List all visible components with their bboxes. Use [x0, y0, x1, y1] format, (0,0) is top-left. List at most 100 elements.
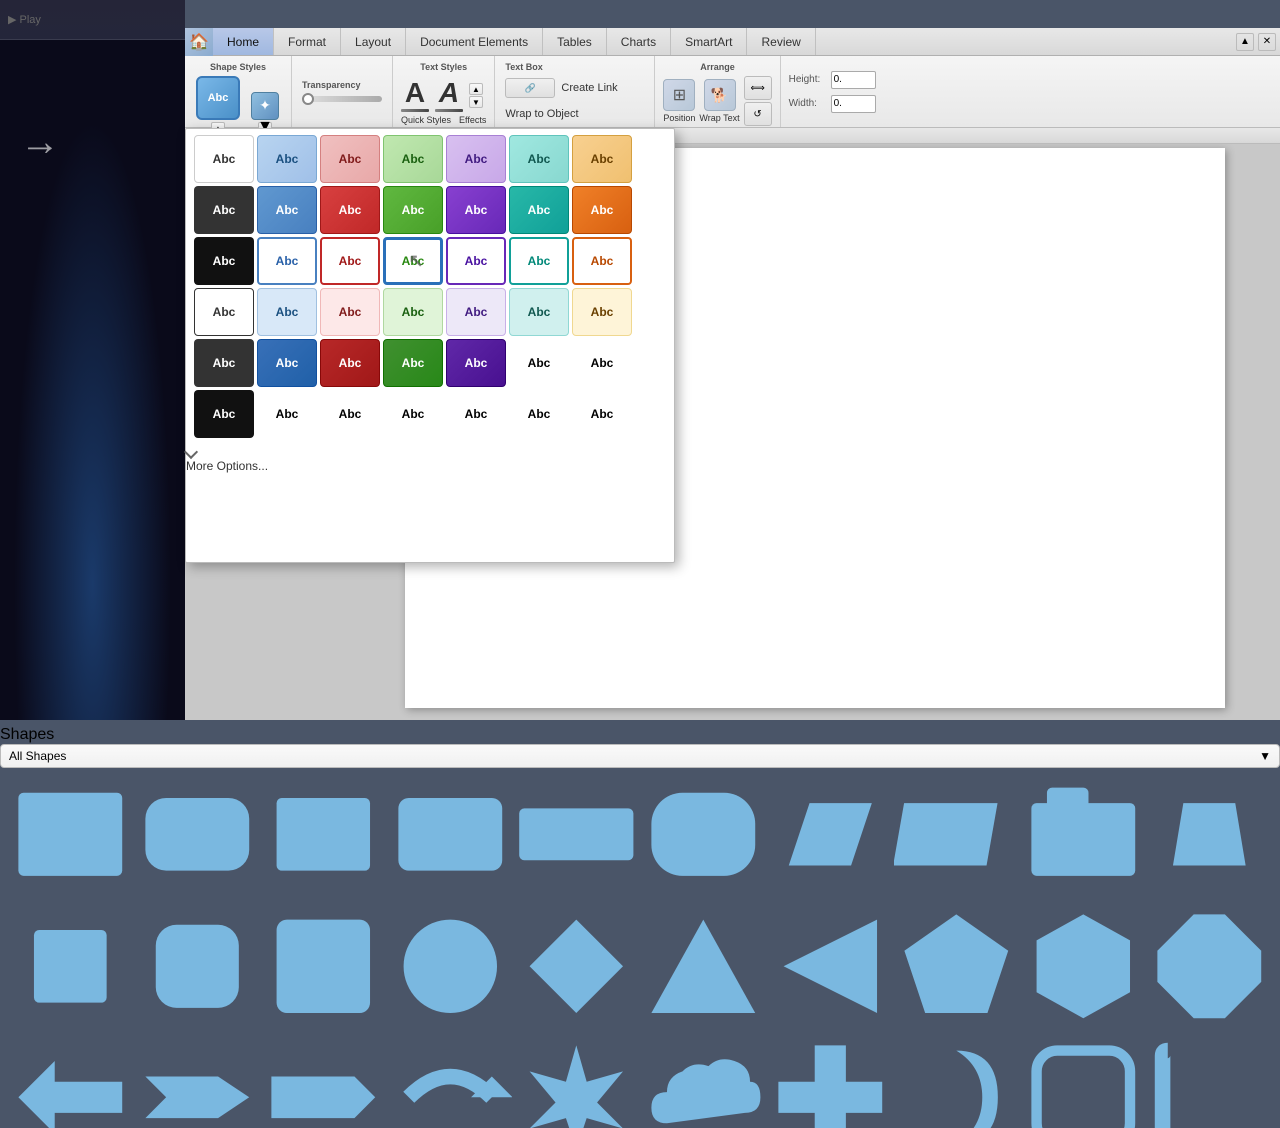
style-cell-2-6[interactable]: Abc	[572, 186, 632, 234]
style-cell-4-4[interactable]: Abc	[446, 288, 506, 336]
shape-hexagon[interactable]	[1021, 904, 1146, 1034]
style-cell-5-2[interactable]: Abc	[320, 339, 380, 387]
tab-layout[interactable]: Layout	[341, 28, 406, 55]
style-cell-1-3[interactable]: Abc	[383, 135, 443, 183]
tab-home[interactable]: Home	[213, 28, 274, 55]
style-cell-4-5[interactable]: Abc	[509, 288, 569, 336]
quick-styles-preview[interactable]: Abc	[196, 76, 240, 120]
shape-rounded-lg[interactable]	[641, 772, 766, 902]
style-cell-1-2[interactable]: Abc	[320, 135, 380, 183]
wrap-text-btn[interactable]: 🐕 Wrap Text	[699, 79, 739, 123]
wrap-to-object-btn[interactable]: Wrap to Object	[505, 106, 644, 122]
shape-diamond[interactable]	[514, 904, 639, 1034]
home-icon-tab[interactable]: 🏠	[185, 28, 213, 56]
shapes-dropdown-btn[interactable]: All Shapes ▼	[0, 744, 1280, 768]
style-cell-6-6[interactable]: Abc	[572, 390, 632, 438]
tab-tables[interactable]: Tables	[543, 28, 607, 55]
align-btn[interactable]: ⟺	[744, 76, 772, 100]
style-cell-5-1[interactable]: Abc	[257, 339, 317, 387]
style-cell-1-0[interactable]: Abc	[194, 135, 254, 183]
tab-smartart[interactable]: SmartArt	[671, 28, 747, 55]
style-cell-6-5[interactable]: Abc	[509, 390, 569, 438]
shape-pentagon[interactable]	[894, 904, 1019, 1034]
tab-doc-elements[interactable]: Document Elements	[406, 28, 543, 55]
shape-parallelogram[interactable]	[768, 772, 893, 902]
style-cell-3-2[interactable]: Abc	[320, 237, 380, 285]
style-cell-4-6[interactable]: Abc	[572, 288, 632, 336]
shape-rect-tab[interactable]	[1021, 772, 1146, 902]
shape-sq-flat[interactable]	[261, 904, 386, 1034]
style-cell-6-1[interactable]: Abc	[257, 390, 317, 438]
style-cell-6-3[interactable]: Abc	[383, 390, 443, 438]
style-cell-4-1[interactable]: Abc	[257, 288, 317, 336]
style-cell-3-0[interactable]: Abc	[194, 237, 254, 285]
close-ribbon-btn[interactable]: ✕	[1258, 33, 1276, 51]
create-link-btn[interactable]: 🔗 Create Link	[505, 76, 644, 100]
shape-rounded-sq2[interactable]	[1021, 1035, 1146, 1128]
back-btn[interactable]: ◀	[0, 0, 1280, 20]
shape-curved-arrow[interactable]	[388, 1035, 513, 1128]
text-quick-styles-label[interactable]: Quick Styles	[401, 115, 451, 125]
transparency-thumb[interactable]	[302, 93, 314, 105]
shape-arrow-right-notch[interactable]	[135, 1035, 260, 1128]
style-cell-2-4[interactable]: Abc	[446, 186, 506, 234]
rotate-btn[interactable]: ↺	[744, 102, 772, 126]
style-cell-2-2[interactable]: Abc	[320, 186, 380, 234]
shape-rect-2[interactable]	[261, 772, 386, 902]
shape-small-sq[interactable]	[8, 904, 133, 1034]
style-cell-5-4[interactable]: Abc	[446, 339, 506, 387]
text-qs-down[interactable]: ▼	[469, 96, 483, 108]
style-cell-6-0[interactable]: Abc	[194, 390, 254, 438]
text-effects-label[interactable]: Effects	[459, 115, 486, 125]
tab-review[interactable]: Review	[747, 28, 815, 55]
style-cell-3-6[interactable]: Abc	[572, 237, 632, 285]
shape-cloud[interactable]	[641, 1035, 766, 1128]
style-cell-1-1[interactable]: Abc	[257, 135, 317, 183]
shape-tri-left[interactable]	[768, 904, 893, 1034]
height-input[interactable]	[831, 71, 876, 89]
tab-charts[interactable]: Charts	[607, 28, 671, 55]
style-cell-4-3[interactable]: Abc	[383, 288, 443, 336]
style-cell-4-2[interactable]: Abc	[320, 288, 380, 336]
style-cell-3-3[interactable]: Abc ↖	[383, 237, 443, 285]
style-cell-6-4[interactable]: Abc	[446, 390, 506, 438]
shape-starburst[interactable]	[514, 1035, 639, 1128]
style-cell-5-0[interactable]: Abc	[194, 339, 254, 387]
shape-rect-3[interactable]	[388, 772, 513, 902]
style-cell-2-3[interactable]: Abc	[383, 186, 443, 234]
shape-crescent[interactable]	[894, 1035, 1019, 1128]
shape-square-filled[interactable]	[8, 772, 133, 902]
style-cell-1-5[interactable]: Abc	[509, 135, 569, 183]
style-cell-4-0[interactable]: Abc	[194, 288, 254, 336]
collapse-ribbon-btn[interactable]: ▲	[1236, 33, 1254, 51]
style-cell-1-4[interactable]: Abc	[446, 135, 506, 183]
style-cell-3-1[interactable]: Abc	[257, 237, 317, 285]
shape-arrow-left[interactable]	[8, 1035, 133, 1128]
width-input[interactable]	[831, 95, 876, 113]
style-cell-3-5[interactable]: Abc	[509, 237, 569, 285]
style-cell-5-3[interactable]: Abc	[383, 339, 443, 387]
shape-diamond-rect[interactable]	[894, 772, 1019, 902]
transparency-slider[interactable]	[302, 96, 382, 102]
style-cell-6-2[interactable]: Abc	[320, 390, 380, 438]
shape-trapezoid[interactable]	[1147, 772, 1272, 902]
shape-rect-round[interactable]	[135, 772, 260, 902]
position-btn[interactable]: ⊞ Position	[663, 79, 695, 123]
shape-triangle[interactable]	[641, 904, 766, 1034]
shape-octagon[interactable]	[1147, 904, 1272, 1034]
style-cell-2-1[interactable]: Abc	[257, 186, 317, 234]
style-cell-2-0[interactable]: Abc	[194, 186, 254, 234]
shape-angle[interactable]	[1147, 1035, 1272, 1128]
shape-rounded-sq[interactable]	[135, 904, 260, 1034]
style-cell-2-5[interactable]: Abc	[509, 186, 569, 234]
shape-cross[interactable]	[768, 1035, 893, 1128]
style-cell-3-4[interactable]: Abc	[446, 237, 506, 285]
text-qs-up[interactable]: ▲	[469, 83, 483, 95]
style-cell-5-5[interactable]: Abc	[509, 339, 569, 387]
shape-rect-wide[interactable]	[514, 772, 639, 902]
more-options-btn[interactable]: More Options...	[186, 447, 674, 475]
style-cell-5-6[interactable]: Abc	[572, 339, 632, 387]
shape-arrow-pentagon[interactable]	[261, 1035, 386, 1128]
shape-circle[interactable]	[388, 904, 513, 1034]
tab-format[interactable]: Format	[274, 28, 341, 55]
